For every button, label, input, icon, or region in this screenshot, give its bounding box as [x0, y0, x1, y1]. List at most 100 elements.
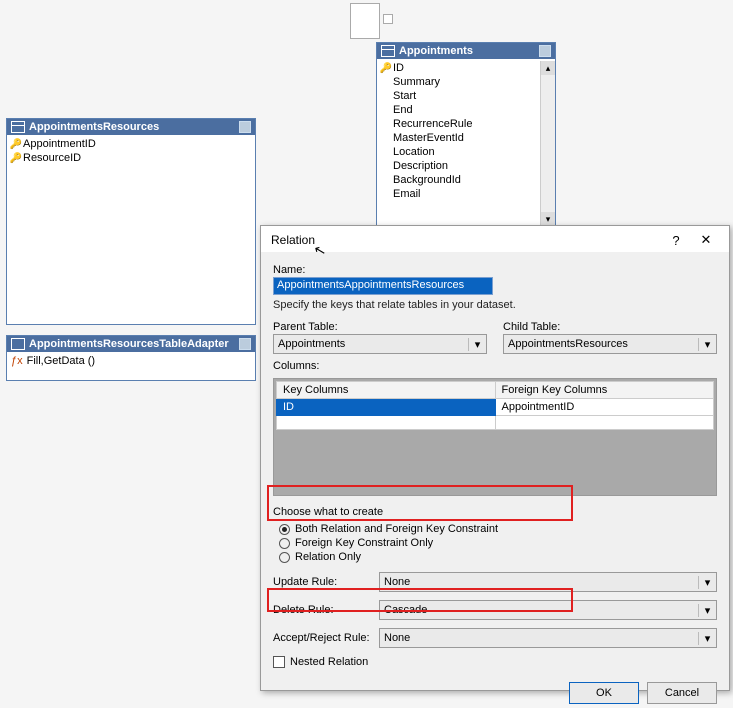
- table-column[interactable]: Start: [379, 89, 539, 103]
- table-title: AppointmentsResources: [29, 121, 159, 133]
- expand-icon[interactable]: [539, 45, 551, 57]
- table-column[interactable]: MasterEventId: [379, 131, 539, 145]
- relation-dialog: Relation ? ✕ Name: AppointmentsAppointme…: [260, 225, 730, 691]
- hint-text: Specify the keys that relate tables in y…: [273, 299, 717, 311]
- mini-shape-2: [383, 14, 393, 24]
- fk-column-value: AppointmentID: [502, 401, 575, 413]
- scroll-up-icon[interactable]: ▴: [541, 61, 555, 75]
- choose-label: Choose what to create: [273, 506, 717, 518]
- radio-label: Both Relation and Foreign Key Constraint: [295, 523, 498, 535]
- table-column[interactable]: BackgroundId: [379, 173, 539, 187]
- expand-icon[interactable]: [239, 338, 251, 350]
- column-label: ID: [393, 62, 404, 74]
- column-label: Description: [393, 160, 448, 172]
- checkbox-label: Nested Relation: [290, 656, 368, 668]
- column-label: BackgroundId: [393, 174, 461, 186]
- child-table-combo[interactable]: AppointmentsResources ▾: [503, 334, 717, 354]
- ok-button[interactable]: OK: [569, 682, 639, 704]
- mini-shape-1: [350, 3, 380, 39]
- parent-table-value: Appointments: [274, 338, 468, 350]
- column-label: Start: [393, 90, 416, 102]
- delete-rule-value: Cascade: [380, 604, 698, 616]
- column-label: End: [393, 104, 413, 116]
- child-table-value: AppointmentsResources: [504, 338, 698, 350]
- key-icon: 🔑: [9, 153, 23, 164]
- key-icon: 🔑: [379, 63, 393, 74]
- table-column[interactable]: Location: [379, 145, 539, 159]
- table-column[interactable]: Description: [379, 159, 539, 173]
- column-label: Location: [393, 146, 435, 158]
- table-title: Appointments: [399, 45, 473, 57]
- columns-label: Columns:: [273, 360, 717, 372]
- delete-rule-label: Delete Rule:: [273, 604, 373, 616]
- parent-table-combo[interactable]: Appointments ▾: [273, 334, 487, 354]
- key-column-value: ID: [283, 401, 294, 413]
- radio-relation-only[interactable]: Relation Only: [273, 550, 717, 564]
- table-columns: 🔑AppointmentID 🔑ResourceID: [7, 135, 255, 167]
- grid-row-selected[interactable]: ID AppointmentID: [277, 399, 714, 416]
- adapter-icon: [11, 338, 25, 350]
- help-button[interactable]: ?: [661, 233, 691, 248]
- radio-icon: [279, 538, 290, 549]
- update-rule-value: None: [380, 576, 698, 588]
- table-icon: [381, 45, 395, 57]
- table-column[interactable]: RecurrenceRule: [379, 117, 539, 131]
- name-label: Name:: [273, 264, 717, 276]
- child-table-label: Child Table:: [503, 321, 717, 333]
- table-columns: 🔑ID Summary Start End RecurrenceRule Mas…: [377, 59, 555, 203]
- checkbox-icon: [273, 656, 285, 668]
- radio-both[interactable]: Both Relation and Foreign Key Constraint: [273, 522, 717, 536]
- chevron-down-icon[interactable]: ▾: [698, 338, 716, 351]
- table-column[interactable]: End: [379, 103, 539, 117]
- grid-header-row: Key Columns Foreign Key Columns: [277, 382, 714, 399]
- column-label: RecurrenceRule: [393, 118, 472, 130]
- column-label: AppointmentID: [23, 138, 96, 150]
- scroll-down-icon[interactable]: ▾: [541, 212, 555, 226]
- table-column[interactable]: 🔑ID: [379, 61, 539, 75]
- table-column[interactable]: 🔑AppointmentID: [9, 137, 253, 151]
- update-rule-combo[interactable]: None ▾: [379, 572, 717, 592]
- parent-table-label: Parent Table:: [273, 321, 487, 333]
- table-adapter[interactable]: AppointmentsResourcesTableAdapter ƒx Fil…: [6, 335, 256, 381]
- relation-name-value: AppointmentsAppointmentsResources: [277, 279, 464, 291]
- grid-row-empty[interactable]: [277, 416, 714, 430]
- relation-name-input[interactable]: AppointmentsAppointmentsResources: [273, 277, 493, 295]
- expand-icon[interactable]: [239, 121, 251, 133]
- update-rule-label: Update Rule:: [273, 576, 373, 588]
- adapter-method[interactable]: Fill,GetData (): [27, 355, 95, 367]
- column-label: Summary: [393, 76, 440, 88]
- table-header[interactable]: AppointmentsResources: [7, 119, 255, 135]
- adapter-header[interactable]: AppointmentsResourcesTableAdapter: [7, 336, 255, 352]
- table-icon: [11, 121, 25, 133]
- table-column[interactable]: 🔑ResourceID: [9, 151, 253, 165]
- chevron-down-icon[interactable]: ▾: [698, 604, 716, 617]
- chevron-down-icon[interactable]: ▾: [468, 338, 486, 351]
- table-appointmentsresources[interactable]: AppointmentsResources 🔑AppointmentID 🔑Re…: [6, 118, 256, 325]
- columns-grid[interactable]: Key Columns Foreign Key Columns ID Appoi…: [273, 378, 717, 496]
- dialog-titlebar[interactable]: Relation ? ✕: [261, 226, 729, 252]
- fk-columns-header: Foreign Key Columns: [502, 384, 608, 396]
- key-columns-header: Key Columns: [283, 384, 348, 396]
- radio-label: Foreign Key Constraint Only: [295, 537, 433, 549]
- table-column[interactable]: Summary: [379, 75, 539, 89]
- chevron-down-icon[interactable]: ▾: [698, 632, 716, 645]
- method-icon: ƒx: [11, 355, 23, 367]
- nested-relation-checkbox[interactable]: Nested Relation: [273, 656, 717, 668]
- table-header[interactable]: Appointments: [377, 43, 555, 59]
- delete-rule-combo[interactable]: Cascade ▾: [379, 600, 717, 620]
- table-appointments[interactable]: Appointments 🔑ID Summary Start End Recur…: [376, 42, 556, 227]
- radio-icon: [279, 552, 290, 563]
- table-column[interactable]: Email: [379, 187, 539, 201]
- choose-group: Choose what to create Both Relation and …: [273, 506, 717, 564]
- close-button[interactable]: ✕: [691, 232, 721, 248]
- accept-rule-combo[interactable]: None ▾: [379, 628, 717, 648]
- dialog-title: Relation: [271, 233, 315, 247]
- cancel-button[interactable]: Cancel: [647, 682, 717, 704]
- adapter-title: AppointmentsResourcesTableAdapter: [29, 338, 229, 350]
- radio-fk-only[interactable]: Foreign Key Constraint Only: [273, 536, 717, 550]
- column-label: ResourceID: [23, 152, 81, 164]
- scrollbar[interactable]: ▴ ▾: [540, 61, 555, 226]
- chevron-down-icon[interactable]: ▾: [698, 576, 716, 589]
- accept-rule-value: None: [380, 632, 698, 644]
- accept-rule-label: Accept/Reject Rule:: [273, 632, 373, 644]
